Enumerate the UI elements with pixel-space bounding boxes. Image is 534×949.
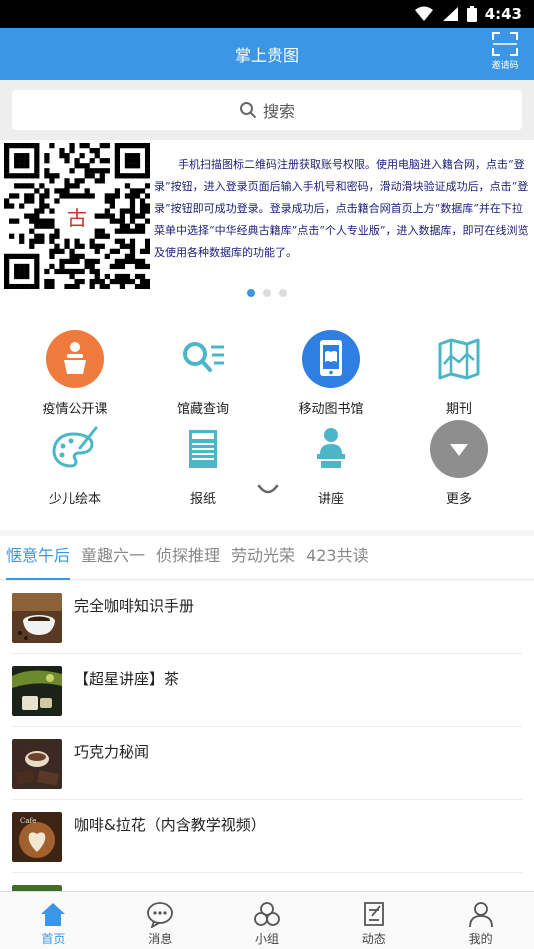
grid-item-more[interactable]: 更多 <box>399 420 519 520</box>
list-item[interactable] <box>12 873 522 891</box>
message-icon <box>147 902 174 928</box>
latte-art-thumbnail: Cafe <box>12 812 62 862</box>
nav-messages[interactable]: 消息 <box>107 892 214 949</box>
invite-code-button[interactable]: 邀请码 <box>488 32 522 76</box>
list-item[interactable]: Cafe 咖啡&拉花（内含教学视频） <box>12 800 522 873</box>
grid-item-mobile-library[interactable]: 移动图书馆 <box>271 330 391 430</box>
search-label: 搜索 <box>262 102 295 121</box>
nav-label: 动态 <box>361 932 386 946</box>
bottom-navigation: 首页 消息 小组 动态 我的 <box>0 891 534 949</box>
nav-label: 我的 <box>468 932 493 946</box>
home-icon <box>41 903 66 926</box>
journal-map-icon <box>438 338 480 380</box>
nav-home[interactable]: 首页 <box>0 892 107 949</box>
nav-label: 消息 <box>148 932 173 946</box>
speaker-icon <box>317 428 345 468</box>
title-bar: 掌上贵图 邀请码 <box>0 28 534 80</box>
chocolate-thumbnail <box>12 739 62 789</box>
grid-label: 报纸 <box>189 492 216 507</box>
list-item-title: 咖啡&拉花（内含教学视频） <box>74 816 266 834</box>
list-item[interactable]: 【超星讲座】茶 <box>12 654 522 727</box>
grid-item-catalog-search[interactable]: 馆藏查询 <box>143 330 263 430</box>
group-icon <box>254 902 280 926</box>
grid-label: 馆藏查询 <box>176 402 229 417</box>
more-chevron-icon <box>430 420 488 478</box>
list-item-title: 完全咖啡知识手册 <box>74 597 195 615</box>
grid-item-newspapers[interactable]: 报纸 <box>143 420 263 520</box>
wifi-icon <box>414 6 433 21</box>
svg-text:Cafe: Cafe <box>20 817 36 825</box>
search-box[interactable]: 搜索 <box>12 90 522 130</box>
search-area: 搜索 <box>0 80 534 140</box>
palette-icon <box>52 426 98 468</box>
tab-detective[interactable]: 侦探推理 <box>156 536 220 580</box>
list-item-title: 【超星讲座】茶 <box>74 670 180 688</box>
activity-icon <box>363 902 384 926</box>
grid-label: 疫情公开课 <box>42 402 108 417</box>
banner-carousel[interactable]: 古 手机扫描图标二维码注册获取账号权限。使用电脑进入籍合网，点击“登录”按钮，进… <box>0 140 534 300</box>
tea-thumbnail <box>12 666 62 716</box>
carousel-dot[interactable] <box>247 289 255 297</box>
list-item-title: 巧克力秘闻 <box>74 743 150 761</box>
grid-label: 移动图书馆 <box>298 402 364 417</box>
status-time: 4:43 <box>484 5 522 23</box>
resource-list: 完全咖啡知识手册 【超星讲座】茶 巧克力秘闻 Cafe 咖啡&拉花（内含教学视频… <box>0 581 534 891</box>
app-screen: 4:43 掌上贵图 邀请码 搜索 古 手机扫描图标二维码注册获取账号权限。使用电… <box>0 0 534 949</box>
nav-label: 小组 <box>254 932 279 946</box>
coffee-cup-thumbnail <box>12 593 62 643</box>
nav-profile[interactable]: 我的 <box>427 892 534 949</box>
grid-item-journals[interactable]: 期刊 <box>399 330 519 430</box>
carousel-dots <box>0 289 534 297</box>
grid-label: 更多 <box>445 492 472 507</box>
search-list-icon <box>183 342 224 372</box>
mobile-library-icon <box>302 330 360 388</box>
nav-label: 首页 <box>41 932 66 946</box>
page-title: 掌上贵图 <box>234 46 299 65</box>
lecture-podium-icon <box>46 330 104 388</box>
grid-item-lectures[interactable]: 讲座 <box>271 420 391 520</box>
carousel-dot[interactable] <box>279 289 287 297</box>
signal-icon <box>442 7 458 21</box>
category-tabs: 惬意午后 童趣六一 侦探推理 劳动光荣 423共读 <box>0 536 534 580</box>
carousel-dot[interactable] <box>263 289 271 297</box>
banner-text: 手机扫描图标二维码注册获取账号权限。使用电脑进入籍合网，点击“登录”按钮，进入登… <box>154 158 529 259</box>
qr-center-logo: 古 <box>67 206 87 230</box>
tab-423-reading[interactable]: 423共读 <box>306 536 369 580</box>
nav-activity[interactable]: 动态 <box>320 892 427 949</box>
search-icon <box>239 102 257 119</box>
grid-label: 期刊 <box>445 402 472 417</box>
grid-label: 讲座 <box>317 492 344 507</box>
tab-labor[interactable]: 劳动光荣 <box>231 536 295 580</box>
profile-icon <box>468 902 493 928</box>
grid-item-picture-books[interactable]: 少儿绘本 <box>15 420 135 520</box>
list-item[interactable]: 完全咖啡知识手册 <box>12 581 522 654</box>
invite-code-label: 邀请码 <box>491 61 519 71</box>
scan-icon <box>492 32 518 56</box>
newspaper-icon <box>189 430 217 468</box>
tab-afternoon[interactable]: 惬意午后 <box>6 536 71 580</box>
qr-code-image: 古 <box>4 143 150 289</box>
status-bar: 4:43 <box>0 0 534 28</box>
list-item[interactable]: 巧克力秘闻 <box>12 727 522 800</box>
tab-childrens-day[interactable]: 童趣六一 <box>81 536 145 580</box>
loading-spinner-icon <box>257 484 279 494</box>
grid-label: 少儿绘本 <box>48 492 101 507</box>
nav-groups[interactable]: 小组 <box>214 892 321 949</box>
battery-icon <box>466 6 477 22</box>
grid-item-open-class[interactable]: 疫情公开课 <box>15 330 135 430</box>
